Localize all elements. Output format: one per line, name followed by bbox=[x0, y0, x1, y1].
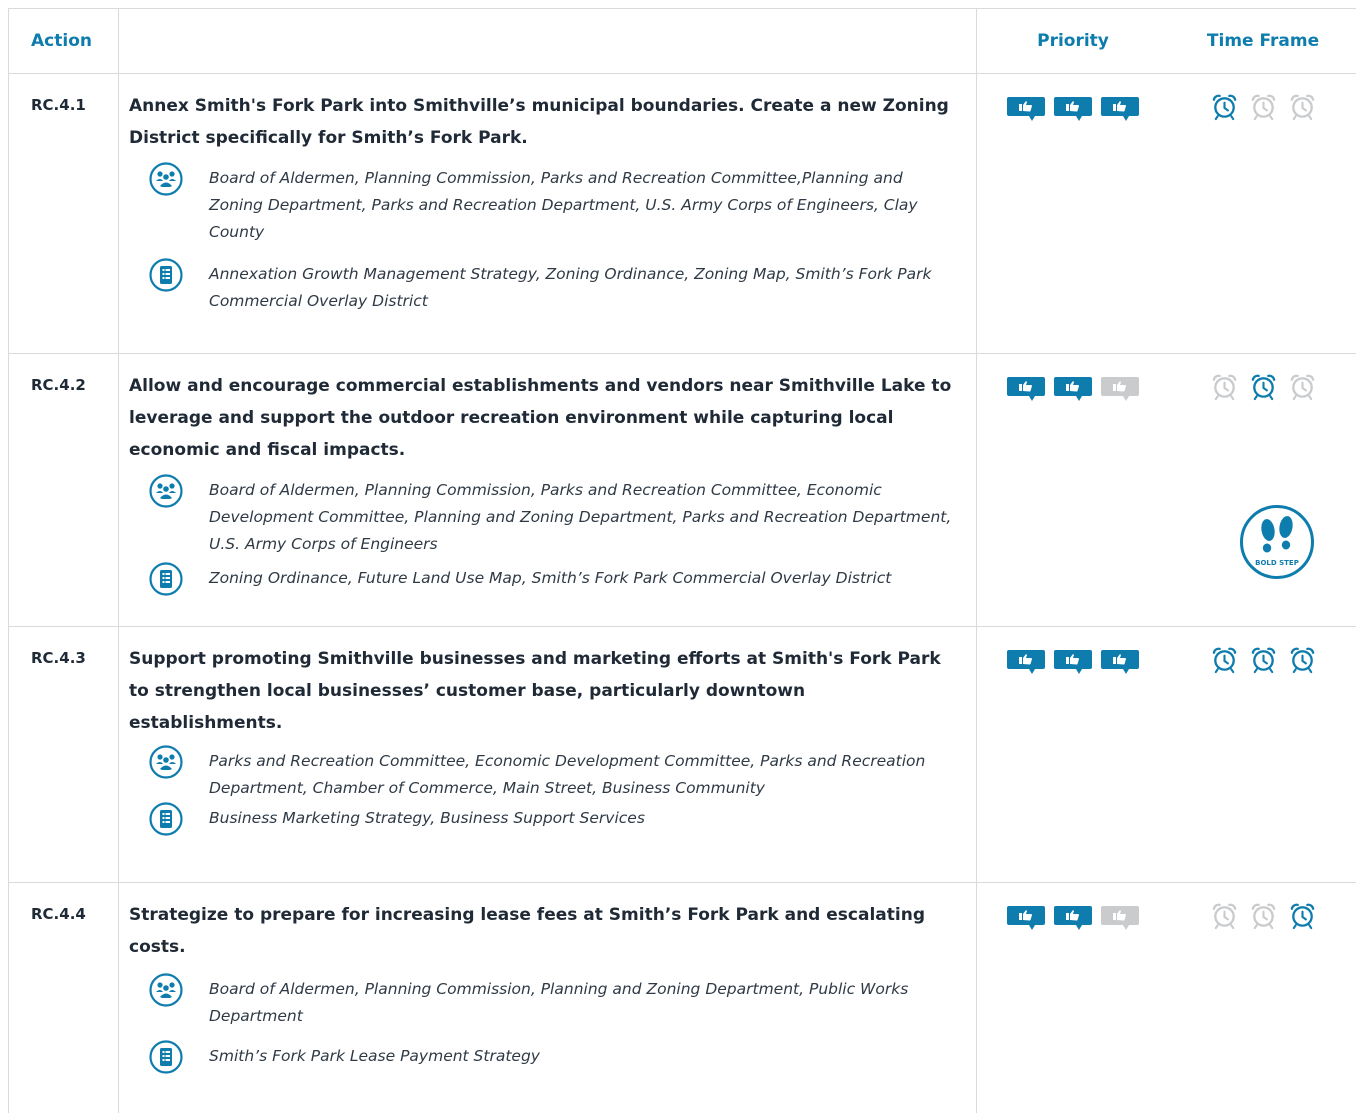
partners-section: Board of Aldermen, Planning Commission, … bbox=[119, 162, 976, 246]
alarm-clock-icon bbox=[1210, 645, 1239, 674]
partners-section: Board of Aldermen, Planning Commission, … bbox=[119, 973, 976, 1030]
action-code: RC.4.1 bbox=[31, 96, 86, 114]
action-title: Strategize to prepare for increasing lea… bbox=[129, 905, 925, 957]
partners-text: Board of Aldermen, Planning Commission, … bbox=[209, 481, 952, 553]
alarm-clock-icon bbox=[1288, 92, 1317, 121]
partners-section: Board of Aldermen, Planning Commission, … bbox=[119, 474, 976, 558]
priority-rating bbox=[977, 74, 1169, 124]
action-code: RC.4.2 bbox=[31, 376, 86, 394]
table-row: RC.4.4 Strategize to prepare for increas… bbox=[9, 883, 1356, 1113]
partners-section: Parks and Recreation Committee, Economic… bbox=[119, 745, 976, 802]
alarm-clock-icon bbox=[1249, 92, 1278, 121]
thumbs-up-speech-icon bbox=[1006, 647, 1046, 677]
timeframe-rating bbox=[1169, 354, 1356, 401]
thumbs-up-speech-icon bbox=[1006, 374, 1046, 404]
alarm-clock-icon bbox=[1210, 901, 1239, 930]
timeframe-rating bbox=[1169, 627, 1356, 674]
priority-rating bbox=[977, 883, 1169, 933]
alarm-clock-icon bbox=[1210, 92, 1239, 121]
resources-section: Annexation Growth Management Strategy, Z… bbox=[119, 258, 976, 315]
timeframe-column-header: Time Frame bbox=[1206, 31, 1320, 51]
footprints-badge-icon: BOLD STEP bbox=[1240, 505, 1314, 579]
resources-text: Annexation Growth Management Strategy, Z… bbox=[209, 265, 932, 310]
action-table: Action Priority Time Frame RC.4.1 Annex … bbox=[8, 8, 1356, 1113]
thumbs-up-speech-icon bbox=[1100, 903, 1140, 933]
thumbs-up-speech-icon bbox=[1006, 903, 1046, 933]
priority-rating bbox=[977, 627, 1169, 677]
description-column-header bbox=[119, 9, 977, 73]
resources-section: Business Marketing Strategy, Business Su… bbox=[119, 802, 976, 836]
resources-text: Business Marketing Strategy, Business Su… bbox=[209, 809, 645, 827]
alarm-clock-icon bbox=[1249, 372, 1278, 401]
thumbs-up-speech-icon bbox=[1053, 903, 1093, 933]
partners-text: Parks and Recreation Committee, Economic… bbox=[209, 752, 926, 797]
alarm-clock-icon bbox=[1249, 645, 1278, 674]
resources-text: Zoning Ordinance, Future Land Use Map, S… bbox=[209, 569, 892, 587]
timeframe-rating bbox=[1169, 883, 1356, 930]
resources-section: Zoning Ordinance, Future Land Use Map, S… bbox=[119, 562, 976, 596]
document-list-icon bbox=[149, 562, 183, 596]
alarm-clock-icon bbox=[1210, 372, 1239, 401]
table-row: RC.4.2 Allow and encourage commercial es… bbox=[9, 354, 1356, 627]
document-list-icon bbox=[149, 802, 183, 836]
thumbs-up-speech-icon bbox=[1053, 647, 1093, 677]
action-column-header: Action bbox=[9, 9, 119, 73]
priority-column-header: Priority bbox=[1037, 31, 1109, 51]
table-row: RC.4.1 Annex Smith's Fork Park into Smit… bbox=[9, 74, 1356, 354]
thumbs-up-speech-icon bbox=[1100, 647, 1140, 677]
document-list-icon bbox=[149, 258, 183, 292]
partners-text: Board of Aldermen, Planning Commission, … bbox=[209, 980, 909, 1025]
thumbs-up-speech-icon bbox=[1053, 94, 1093, 124]
people-group-icon bbox=[149, 745, 183, 779]
resources-text: Smith’s Fork Park Lease Payment Strategy bbox=[209, 1047, 540, 1065]
partners-text: Board of Aldermen, Planning Commission, … bbox=[209, 169, 918, 241]
table-header: Action Priority Time Frame bbox=[9, 9, 1356, 74]
alarm-clock-icon bbox=[1288, 901, 1317, 930]
action-title: Support promoting Smithville businesses … bbox=[129, 649, 941, 733]
action-title: Annex Smith's Fork Park into Smithville’… bbox=[129, 96, 949, 148]
alarm-clock-icon bbox=[1249, 901, 1278, 930]
alarm-clock-icon bbox=[1288, 645, 1317, 674]
thumbs-up-speech-icon bbox=[1006, 94, 1046, 124]
action-code: RC.4.4 bbox=[31, 905, 86, 923]
people-group-icon bbox=[149, 162, 183, 196]
document-list-icon bbox=[149, 1040, 183, 1074]
resources-section: Smith’s Fork Park Lease Payment Strategy bbox=[119, 1040, 976, 1074]
badge-label: BOLD STEP bbox=[1255, 559, 1299, 567]
thumbs-up-speech-icon bbox=[1100, 374, 1140, 404]
action-code: RC.4.3 bbox=[31, 649, 86, 667]
thumbs-up-speech-icon bbox=[1053, 374, 1093, 404]
alarm-clock-icon bbox=[1288, 372, 1317, 401]
timeframe-rating bbox=[1169, 74, 1356, 121]
table-row: RC.4.3 Support promoting Smithville busi… bbox=[9, 627, 1356, 883]
thumbs-up-speech-icon bbox=[1100, 94, 1140, 124]
people-group-icon bbox=[149, 973, 183, 1007]
action-title: Allow and encourage commercial establish… bbox=[129, 376, 952, 460]
people-group-icon bbox=[149, 474, 183, 508]
priority-rating bbox=[977, 354, 1169, 404]
